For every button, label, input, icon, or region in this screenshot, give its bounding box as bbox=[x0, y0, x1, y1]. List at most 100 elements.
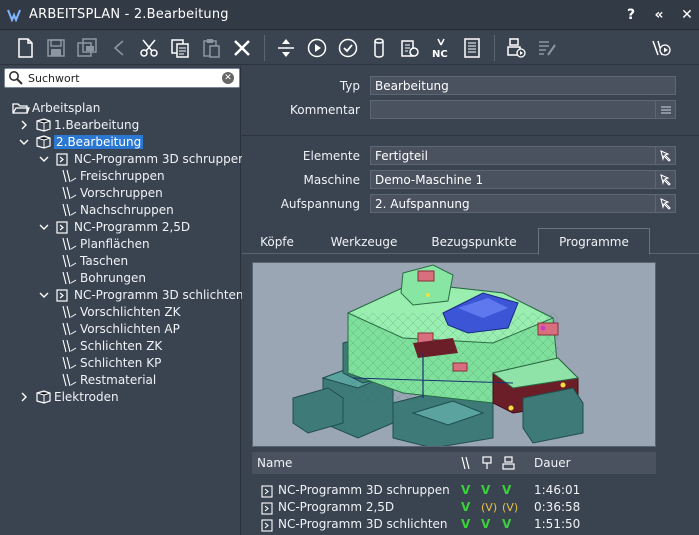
cut-button[interactable] bbox=[134, 33, 164, 63]
3d-preview[interactable] bbox=[252, 262, 656, 447]
tab-koepfe[interactable]: Köpfe bbox=[248, 230, 306, 254]
check-button[interactable] bbox=[333, 33, 363, 63]
tree-node[interactable]: 1.Bearbeitung bbox=[18, 116, 139, 133]
save-all-button[interactable] bbox=[72, 33, 102, 63]
chevron-down-icon[interactable] bbox=[38, 153, 50, 165]
tree-node[interactable]: Freischruppen bbox=[60, 167, 165, 184]
status-check: V bbox=[502, 483, 512, 497]
aufspannung-value: 2. Aufspannung bbox=[375, 197, 470, 211]
table-row[interactable]: NC-Programm 2,5D V (V) (V) 0:36:58 bbox=[252, 499, 656, 516]
tree-node[interactable]: NC-Programm 3D schruppen bbox=[38, 150, 246, 167]
left-panel: ✕ Arbeitsplan 1.Bearbeitung 2.Bearbeitung… bbox=[0, 66, 246, 535]
undo-icon bbox=[113, 39, 124, 56]
program-duration: 1:51:50 bbox=[534, 517, 581, 531]
tree-node[interactable]: Vorschlichten ZK bbox=[60, 303, 180, 320]
aufspannung-pick-button[interactable] bbox=[655, 195, 675, 212]
tree-node-label: Vorschlichten AP bbox=[80, 321, 180, 336]
tree-node[interactable]: Vorschlichten AP bbox=[60, 320, 180, 337]
tree-node[interactable]: Schlichten ZK bbox=[60, 337, 162, 354]
cylinder-button[interactable] bbox=[364, 33, 394, 63]
move-button[interactable] bbox=[271, 33, 301, 63]
help-button[interactable]: ? bbox=[625, 7, 637, 23]
holder-col-icon[interactable] bbox=[481, 452, 497, 474]
status-check: V bbox=[481, 483, 491, 497]
svg-text:NC: NC bbox=[432, 49, 448, 59]
clear-search-icon[interactable]: ✕ bbox=[222, 72, 234, 84]
tab-programme[interactable]: Programme bbox=[538, 228, 650, 255]
nc-program-icon bbox=[54, 152, 72, 166]
tree-node[interactable]: Planflächen bbox=[60, 235, 150, 252]
chevron-down-icon[interactable] bbox=[38, 221, 50, 233]
tree-node[interactable]: NC-Programm 2,5D bbox=[38, 218, 190, 235]
typ-field[interactable]: Bearbeitung bbox=[370, 76, 676, 95]
edit-list-button[interactable] bbox=[532, 33, 562, 63]
close-button[interactable]: ✕ bbox=[681, 7, 693, 23]
search-input[interactable] bbox=[28, 71, 218, 85]
status-check: V bbox=[502, 517, 512, 531]
new-file-button[interactable] bbox=[10, 33, 40, 63]
tree-node[interactable]: Elektroden bbox=[18, 388, 119, 405]
list-button[interactable] bbox=[457, 33, 487, 63]
table-row[interactable]: NC-Programm 3D schlichten V V V 1:51:50 bbox=[252, 516, 656, 533]
status-check: (V) bbox=[481, 501, 498, 514]
chevron-right-icon[interactable] bbox=[18, 391, 30, 403]
collapse-button[interactable]: « bbox=[653, 7, 665, 23]
tool-play-button[interactable] bbox=[646, 33, 676, 63]
nc-button[interactable]: NC bbox=[426, 33, 456, 63]
machine-col-icon[interactable] bbox=[502, 452, 518, 474]
tab-werkzeuge[interactable]: Werkzeuge bbox=[324, 230, 404, 254]
kommentar-edit-button[interactable] bbox=[655, 101, 675, 118]
delete-icon bbox=[234, 39, 250, 56]
chevron-right-icon[interactable] bbox=[18, 119, 30, 131]
maschine-pick-button[interactable] bbox=[655, 171, 675, 188]
nc-program-icon bbox=[54, 220, 72, 234]
status-check: V bbox=[461, 517, 471, 531]
elemente-pick-button[interactable] bbox=[655, 147, 675, 164]
kommentar-row: Kommentar bbox=[242, 100, 699, 120]
divider bbox=[242, 135, 699, 136]
tree-root[interactable]: Arbeitsplan bbox=[12, 99, 100, 116]
operation-icon bbox=[60, 373, 78, 387]
tree-node-label: Restmaterial bbox=[80, 372, 157, 387]
tool-play-icon bbox=[652, 40, 671, 56]
tree-node-label: Nachschruppen bbox=[80, 202, 174, 217]
tree-node-label: Schlichten ZK bbox=[80, 338, 163, 353]
tree-node[interactable]: 2.Bearbeitung bbox=[18, 133, 144, 150]
tool-col-icon[interactable] bbox=[460, 452, 476, 474]
tree-node[interactable]: Nachschruppen bbox=[60, 201, 174, 218]
clipboard-check-icon bbox=[401, 39, 419, 57]
program-duration: 1:46:01 bbox=[534, 483, 581, 497]
tree-node[interactable]: Taschen bbox=[60, 252, 128, 269]
aufspannung-field[interactable]: 2. Aufspannung bbox=[370, 194, 676, 213]
delete-button[interactable] bbox=[227, 33, 257, 63]
machine-play-button[interactable] bbox=[501, 33, 531, 63]
kommentar-field[interactable] bbox=[370, 100, 676, 119]
col-name-header[interactable]: Name bbox=[257, 452, 292, 474]
tree-node[interactable]: Bohrungen bbox=[60, 269, 146, 286]
tree-node[interactable]: Vorschruppen bbox=[60, 184, 163, 201]
program-grid: Name Dauer NC-Programm 3D schruppen V V V 1:… bbox=[252, 452, 656, 535]
tree-node-label: Elektroden bbox=[54, 389, 119, 404]
status-check: (V) bbox=[502, 501, 519, 514]
chevron-down-icon[interactable] bbox=[18, 136, 30, 148]
maschine-field[interactable]: Demo-Maschine 1 bbox=[370, 170, 676, 189]
undo-button[interactable] bbox=[103, 33, 133, 63]
save-button[interactable] bbox=[41, 33, 71, 63]
toolbar: NC bbox=[0, 31, 699, 65]
workpiece-icon bbox=[34, 117, 52, 132]
tree-node[interactable]: Restmaterial bbox=[60, 371, 156, 388]
copy-button[interactable] bbox=[165, 33, 195, 63]
tree-node[interactable]: Schlichten KP bbox=[60, 354, 161, 371]
tree-node[interactable]: NC-Programm 3D schlichten bbox=[38, 286, 244, 303]
elemente-label: Elemente bbox=[302, 149, 360, 163]
tab-bezugspunkte[interactable]: Bezugspunkte bbox=[424, 230, 524, 254]
col-dauer-header[interactable]: Dauer bbox=[534, 452, 571, 474]
play-button[interactable] bbox=[302, 33, 332, 63]
elemente-field[interactable]: Fertigteil bbox=[370, 146, 676, 165]
clipboard-check-button[interactable] bbox=[395, 33, 425, 63]
operation-icon bbox=[60, 356, 78, 370]
table-row[interactable]: NC-Programm 3D schruppen V V V 1:46:01 bbox=[252, 482, 656, 499]
chevron-down-icon[interactable] bbox=[38, 289, 50, 301]
paste-icon bbox=[203, 38, 220, 58]
paste-button[interactable] bbox=[196, 33, 226, 63]
